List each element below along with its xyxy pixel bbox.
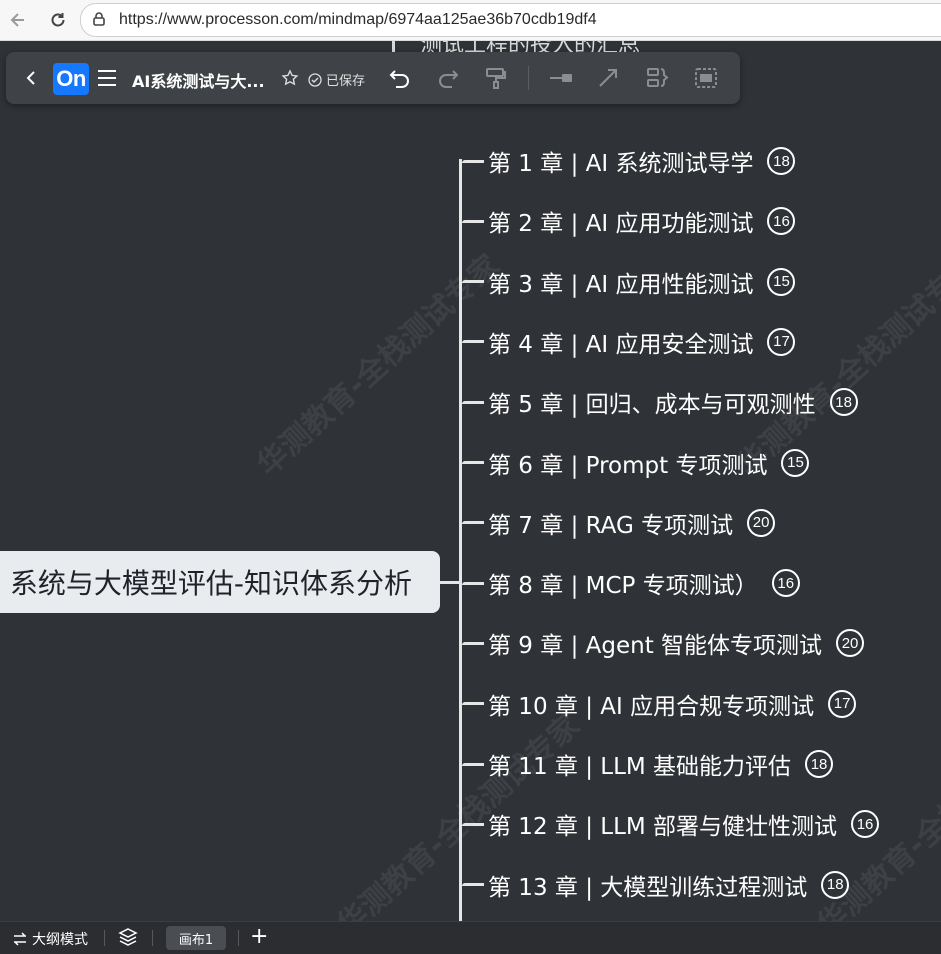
branch-line <box>462 762 484 766</box>
status-divider <box>238 930 239 946</box>
chapter-node[interactable]: 第 3 章 | AI 应用性能测试 15 <box>462 262 796 302</box>
boundary-icon[interactable] <box>694 65 718 91</box>
branch-line <box>462 280 484 284</box>
canvas-tab[interactable]: 画布1 <box>166 926 226 950</box>
status-divider <box>152 930 153 946</box>
chapter-label: 第 1 章 | AI 系统测试导学 <box>488 151 754 177</box>
app-logo[interactable]: On <box>53 63 89 95</box>
chapter-node[interactable]: 第 5 章 | 回归、成本与可观测性 18 <box>462 382 858 422</box>
mindmap-canvas[interactable]: 华测教育-全栈测试专家 华测教育-全栈测试专家 华测教育-全栈测试专家 华测教育… <box>0 41 941 921</box>
branch-line <box>462 822 484 826</box>
back-arrow-icon[interactable] <box>6 8 30 32</box>
branch-line <box>462 340 484 344</box>
save-status-label: 已保存 <box>326 74 366 89</box>
chapter-label: 第 5 章 | 回归、成本与可观测性 <box>488 392 816 419</box>
back-chevron-icon[interactable] <box>24 65 38 91</box>
chapter-label: 第 11 章 | LLM 基础能力评估 <box>488 754 792 780</box>
root-node[interactable]: 系统与大模型评估-知识体系分析 <box>0 551 440 613</box>
document-title[interactable]: AI系统测试与大... <box>132 68 265 92</box>
chapter-label: 第 4 章 | AI 应用安全测试 <box>488 331 754 358</box>
child-count-badge[interactable]: 15 <box>781 448 810 477</box>
add-canvas-button[interactable]: + <box>250 924 268 949</box>
branch-line <box>462 521 484 525</box>
outline-mode-label: 大纲模式 <box>32 932 88 948</box>
chapter-label: 第 10 章 | AI 应用合规专项测试 <box>488 693 815 720</box>
chapter-label: 第 6 章 | Prompt 专项测试 <box>488 452 768 479</box>
branch-line <box>462 702 484 706</box>
child-count-badge[interactable]: 16 <box>767 207 796 236</box>
child-count-badge[interactable]: 17 <box>828 689 857 718</box>
chapter-node[interactable]: 第 12 章 | LLM 部署与健壮性测试 16 <box>462 804 880 844</box>
summary-icon[interactable] <box>646 65 670 91</box>
child-count-badge[interactable]: 18 <box>805 750 834 778</box>
star-icon[interactable] <box>281 65 299 91</box>
branch-line <box>462 159 484 163</box>
chapter-label: 第 13 章 | 大模型训练过程测试 <box>488 874 808 901</box>
chapter-node[interactable]: 第 2 章 | AI 应用功能测试 16 <box>462 201 796 241</box>
toolbar-divider <box>528 66 529 90</box>
child-count-badge[interactable]: 15 <box>767 267 796 296</box>
chapter-node[interactable]: 第 11 章 | LLM 基础能力评估 18 <box>462 744 834 784</box>
browser-address-bar: https://www.processon.com/mindmap/6974aa… <box>0 0 941 41</box>
url-text: https://www.processon.com/mindmap/6974aa… <box>119 11 597 28</box>
child-count-badge[interactable]: 18 <box>821 870 850 899</box>
outline-mode-button[interactable]: 大纲模式 <box>12 929 88 949</box>
chapter-node[interactable]: 第 1 章 | AI 系统测试导学 18 <box>462 141 796 181</box>
child-count-badge[interactable]: 17 <box>767 327 796 356</box>
site-info-icon[interactable] <box>91 11 107 31</box>
branch-line <box>462 461 484 464</box>
chapter-node[interactable]: 第 13 章 | 大模型训练过程测试 18 <box>462 865 850 905</box>
branch-line <box>462 400 484 404</box>
insert-node-icon[interactable] <box>548 65 574 91</box>
chapter-node[interactable]: 第 9 章 | Agent 智能体专项测试 20 <box>462 623 865 663</box>
chapter-label: 第 9 章 | Agent 智能体专项测试 <box>488 633 823 660</box>
check-circle-icon <box>308 72 322 87</box>
layers-icon[interactable] <box>118 927 138 951</box>
branch-line <box>462 219 484 223</box>
child-count-badge[interactable]: 18 <box>829 388 858 417</box>
chapter-label: 第 3 章 | AI 应用性能测试 <box>488 271 754 298</box>
child-count-badge[interactable]: 18 <box>767 147 796 175</box>
chapter-label: 第 8 章 | MCP 专项测试） <box>488 573 758 600</box>
url-field[interactable]: https://www.processon.com/mindmap/6974aa… <box>80 3 941 37</box>
root-connector <box>440 581 462 584</box>
chapter-node[interactable]: 第 6 章 | Prompt 专项测试 15 <box>462 443 810 483</box>
child-count-badge[interactable]: 20 <box>747 508 776 537</box>
menu-icon[interactable] <box>96 65 118 91</box>
branch-line <box>462 883 484 887</box>
child-count-badge[interactable]: 20 <box>836 629 865 658</box>
chapter-node[interactable]: 第 4 章 | AI 应用安全测试 17 <box>462 322 796 362</box>
relation-line-icon[interactable] <box>596 65 620 91</box>
format-painter-icon[interactable] <box>484 65 508 91</box>
branch-line <box>462 641 484 645</box>
chapter-node[interactable]: 第 8 章 | MCP 专项测试） 16 <box>462 563 800 603</box>
bottom-status-bar: 大纲模式 画布1 + <box>0 921 941 954</box>
branch-line <box>462 581 484 585</box>
chapter-label: 第 12 章 | LLM 部署与健壮性测试 <box>488 814 838 841</box>
reload-icon[interactable] <box>46 8 70 32</box>
switch-icon <box>14 932 26 946</box>
undo-icon[interactable] <box>388 65 412 91</box>
status-divider <box>104 930 105 946</box>
mindmap-toolbar: On AI系统测试与大... 已保存 <box>6 52 740 104</box>
child-count-badge[interactable]: 16 <box>771 569 800 598</box>
save-status: 已保存 <box>308 70 365 89</box>
child-count-badge[interactable]: 16 <box>851 810 880 839</box>
chapter-label: 第 2 章 | AI 应用功能测试 <box>488 211 754 238</box>
chapter-label: 第 7 章 | RAG 专项测试 <box>488 512 734 539</box>
chapter-node[interactable]: 第 7 章 | RAG 专项测试 20 <box>462 503 776 543</box>
chapter-node[interactable]: 第 10 章 | AI 应用合规专项测试 17 <box>462 684 857 724</box>
root-node-label: 系统与大模型评估-知识体系分析 <box>9 567 412 600</box>
redo-icon[interactable] <box>436 65 460 91</box>
